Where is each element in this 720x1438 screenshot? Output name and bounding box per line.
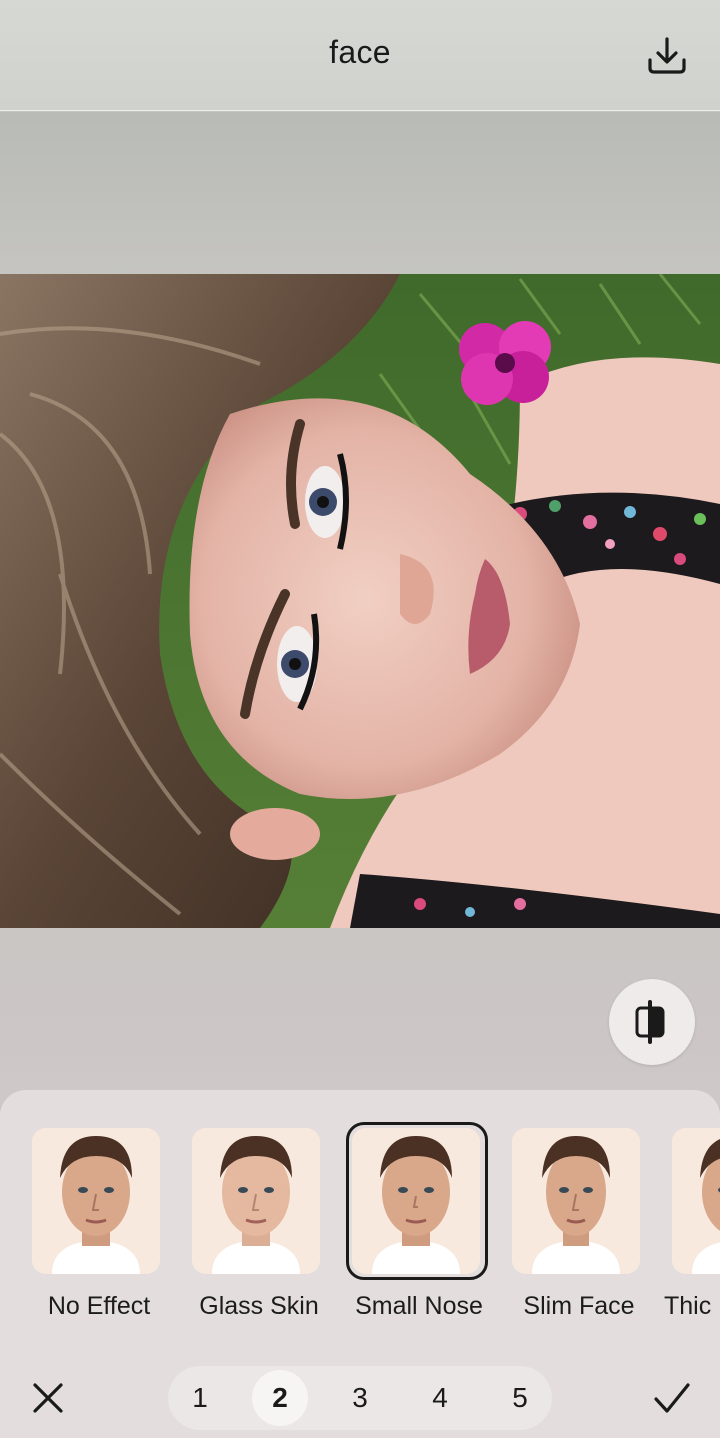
compare-button[interactable] [609, 979, 695, 1065]
top-bar: face [0, 0, 720, 111]
effect-glass-skin[interactable]: Glass Skin [184, 1120, 334, 1320]
download-icon [648, 37, 686, 74]
effect-thumbnail [32, 1128, 160, 1274]
edited-photo[interactable] [0, 274, 720, 928]
check-icon [654, 1383, 690, 1413]
intensity-level-1[interactable]: 1 [172, 1370, 228, 1426]
effects-carousel[interactable]: No Effect Glass Skin Small Nose Slim Fac… [0, 1120, 720, 1330]
page-title: face [329, 34, 391, 70]
effect-thumbnail [352, 1128, 480, 1274]
download-button[interactable] [644, 32, 690, 78]
effect-label: Thic [664, 1292, 712, 1320]
portrait-image [0, 274, 720, 928]
intensity-level-3[interactable]: 3 [332, 1370, 388, 1426]
effect-thumbnail [512, 1128, 640, 1274]
effect-thumbnail [672, 1128, 720, 1274]
intensity-level-5[interactable]: 5 [492, 1370, 548, 1426]
compare-split-icon [635, 1000, 665, 1044]
effect-slim-face[interactable]: Slim Face [504, 1120, 654, 1320]
close-icon [33, 1383, 63, 1413]
intensity-selector: 1 2 3 4 5 [168, 1366, 552, 1430]
effect-thumbnail [192, 1128, 320, 1274]
effect-thick[interactable]: Thic [664, 1120, 720, 1320]
effect-label: Slim Face [523, 1292, 635, 1320]
intensity-level-2[interactable]: 2 [252, 1370, 308, 1426]
confirm-button[interactable] [650, 1376, 694, 1420]
effect-small-nose[interactable]: Small Nose [344, 1120, 494, 1320]
canvas-background [0, 112, 720, 274]
intensity-level-4[interactable]: 4 [412, 1370, 468, 1426]
effect-no-effect[interactable]: No Effect [24, 1120, 174, 1320]
cancel-button[interactable] [26, 1376, 70, 1420]
